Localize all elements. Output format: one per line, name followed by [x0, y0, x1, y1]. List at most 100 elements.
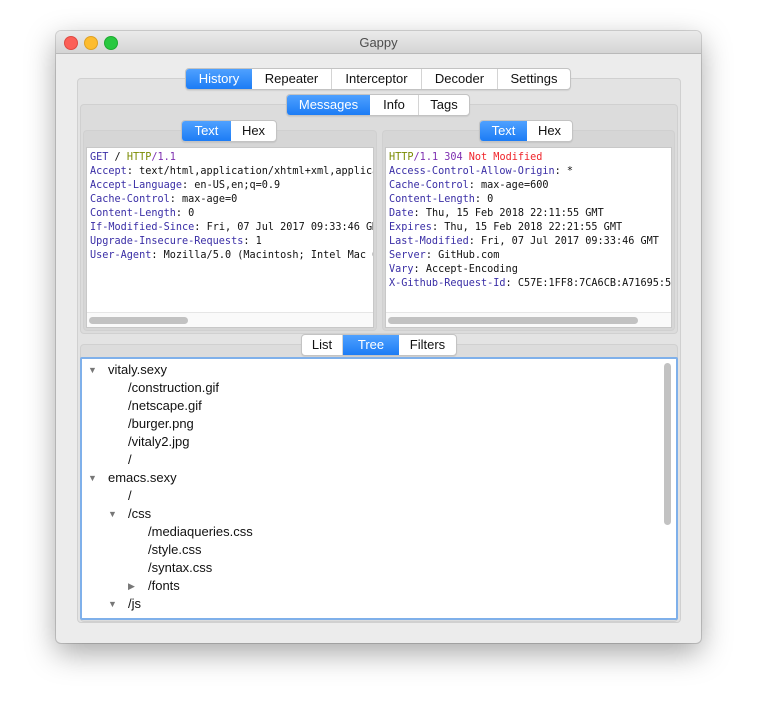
header-name: Content-Length [90, 208, 176, 219]
request-code: GET / HTTP/1.1 Accept: text/html,applicat… [90, 151, 374, 263]
tree-item[interactable]: /css [128, 505, 151, 523]
tree-item[interactable]: /vitaly2.jpg [128, 433, 189, 451]
tab-tree[interactable]: Tree [343, 335, 399, 355]
scroll-thumb[interactable] [388, 317, 638, 324]
code-line: Accept: text/html,application/xhtml+xml,… [90, 165, 374, 179]
protocol-version: /1.1 [151, 152, 176, 163]
tab-hex[interactable]: Hex [231, 121, 276, 141]
header-name: Cache-Control [90, 194, 170, 205]
header-name: Vary [389, 264, 414, 275]
tree-item[interactable]: /fonts [148, 577, 180, 595]
disclosure-collapsed-icon[interactable]: ▶ [128, 577, 135, 595]
header-value: 1 [255, 236, 262, 247]
header-name: Access-Control-Allow-Origin [389, 166, 555, 177]
tab-interceptor[interactable]: Interceptor [332, 69, 422, 89]
message-tabs: Messages Info Tags [286, 94, 470, 116]
response-view-tabs: Text Hex [479, 120, 573, 142]
code-line: Expires: Thu, 15 Feb 2018 22:21:55 GMT [389, 222, 623, 233]
request-path: / [108, 152, 127, 163]
code-line: Cache-Control: max-age=600 [389, 180, 549, 191]
tree-item[interactable]: /construction.gif [128, 379, 219, 397]
header-name: X-Github-Request-Id [389, 278, 506, 289]
header-value: text/html,application/xhtml+xml,applica [139, 166, 374, 177]
request-horizontal-scrollbar[interactable] [87, 312, 373, 327]
header-name: User-Agent [90, 250, 152, 261]
header-value: Fri, 07 Jul 2017 09:33:46 GM [206, 222, 374, 233]
tab-list[interactable]: List [302, 335, 343, 355]
request-text-view[interactable]: GET / HTTP/1.1 Accept: text/html,applicat… [86, 147, 374, 328]
header-name: Upgrade-Insecure-Requests [90, 236, 244, 247]
header-name: Server [389, 250, 426, 261]
tab-info[interactable]: Info [370, 95, 419, 115]
tab-hex[interactable]: Hex [527, 121, 572, 141]
header-name: Expires [389, 222, 432, 233]
tree-item[interactable]: emacs.sexy [108, 469, 177, 487]
tab-settings[interactable]: Settings [498, 69, 570, 89]
tab-tags[interactable]: Tags [419, 95, 469, 115]
tree-item[interactable]: /netscape.gif [128, 397, 202, 415]
header-value: C57E:1FF8:7CA6CB:A71695:5A [517, 278, 672, 289]
tab-history[interactable]: History [186, 69, 252, 89]
tab-text[interactable]: Text [480, 121, 527, 141]
code-line: Vary: Accept-Encoding [389, 264, 518, 275]
disclosure-expanded-icon[interactable]: ▼ [108, 595, 117, 613]
tree-item[interactable]: / [128, 451, 132, 469]
header-value: max-age=0 [182, 194, 238, 205]
code-line: Content-Length: 0 [90, 208, 195, 219]
tab-decoder[interactable]: Decoder [422, 69, 498, 89]
header-value: * [566, 166, 574, 177]
title-bar: Gappy [56, 31, 701, 54]
code-line: Accept-Language: en-US,en;q=0.9 [90, 180, 281, 191]
tree-item[interactable]: /burger.png [128, 415, 194, 433]
code-line: Server: GitHub.com [389, 250, 500, 261]
code-line: Date: Thu, 15 Feb 2018 22:11:55 GMT [389, 208, 604, 219]
tree-item[interactable]: /style.css [148, 541, 201, 559]
code-line: Access-Control-Allow-Origin: * [389, 166, 574, 177]
header-name: Accept-Language [90, 180, 183, 191]
protocol-version: /1.1 [413, 152, 439, 163]
tree-vertical-scrollbar[interactable] [664, 363, 671, 525]
response-code: HTTP/1.1 304 Not Modified Access-Control-… [389, 151, 672, 291]
tree-item[interactable]: /syntax.css [148, 559, 212, 577]
header-value: Thu, 15 Feb 2018 22:21:55 GMT [444, 222, 623, 233]
header-value: Fri, 07 Jul 2017 09:33:46 GMT [481, 236, 659, 247]
http-method: GET [90, 152, 109, 163]
tree-item[interactable]: /mediaqueries.css [148, 523, 253, 541]
header-value: GitHub.com [438, 250, 500, 261]
disclosure-expanded-icon[interactable]: ▼ [88, 469, 97, 487]
tree-item[interactable]: / [128, 487, 132, 505]
header-value: Accept-Encoding [425, 264, 518, 275]
list-view-tabs: List Tree Filters [301, 334, 457, 356]
disclosure-expanded-icon[interactable]: ▼ [88, 361, 97, 379]
tab-messages[interactable]: Messages [287, 95, 370, 115]
response-horizontal-scrollbar[interactable] [386, 312, 671, 327]
header-name: Accept [90, 166, 127, 177]
tab-filters[interactable]: Filters [399, 335, 456, 355]
code-line: Last-Modified: Fri, 07 Jul 2017 09:33:46… [389, 236, 659, 247]
app-window: Gappy History Repeater Interceptor Decoder S… [56, 31, 701, 643]
header-value: 0 [188, 208, 195, 219]
header-value: en-US,en;q=0.9 [194, 180, 281, 191]
request-tree[interactable]: ▼ vitaly.sexy/construction.gif/netscape.g… [80, 357, 678, 620]
response-text-view[interactable]: HTTP/1.1 304 Not Modified Access-Control-… [385, 147, 672, 328]
header-name: Cache-Control [389, 180, 469, 191]
tree-item[interactable]: /js [128, 595, 141, 613]
disclosure-expanded-icon[interactable]: ▼ [108, 505, 117, 523]
header-name: Content-Length [389, 194, 475, 205]
protocol: HTTP [126, 152, 152, 163]
tab-text[interactable]: Text [182, 121, 231, 141]
header-value: Mozilla/5.0 (Macintosh; Intel Mac O [163, 250, 374, 261]
main-tabs: History Repeater Interceptor Decoder Setting… [185, 68, 571, 90]
code-line: User-Agent: Mozilla/5.0 (Macintosh; Inte… [90, 249, 374, 263]
request-view-tabs: Text Hex [181, 120, 277, 142]
code-line: X-Github-Request-Id: C57E:1FF8:7CA6CB:A7… [389, 277, 672, 291]
tree-item[interactable]: vitaly.sexy [108, 361, 167, 379]
scroll-thumb[interactable] [89, 317, 188, 324]
code-line: If-Modified-Since: Fri, 07 Jul 2017 09:3… [90, 221, 374, 235]
code-line: HTTP/1.1 304 Not Modified [389, 151, 671, 165]
code-line: GET / HTTP/1.1 [90, 151, 373, 165]
code-line: Cache-Control: max-age=0 [90, 194, 238, 205]
header-value: Thu, 15 Feb 2018 22:11:55 GMT [425, 208, 604, 219]
code-line: Content-Length: 0 [389, 194, 494, 205]
tab-repeater[interactable]: Repeater [252, 69, 332, 89]
